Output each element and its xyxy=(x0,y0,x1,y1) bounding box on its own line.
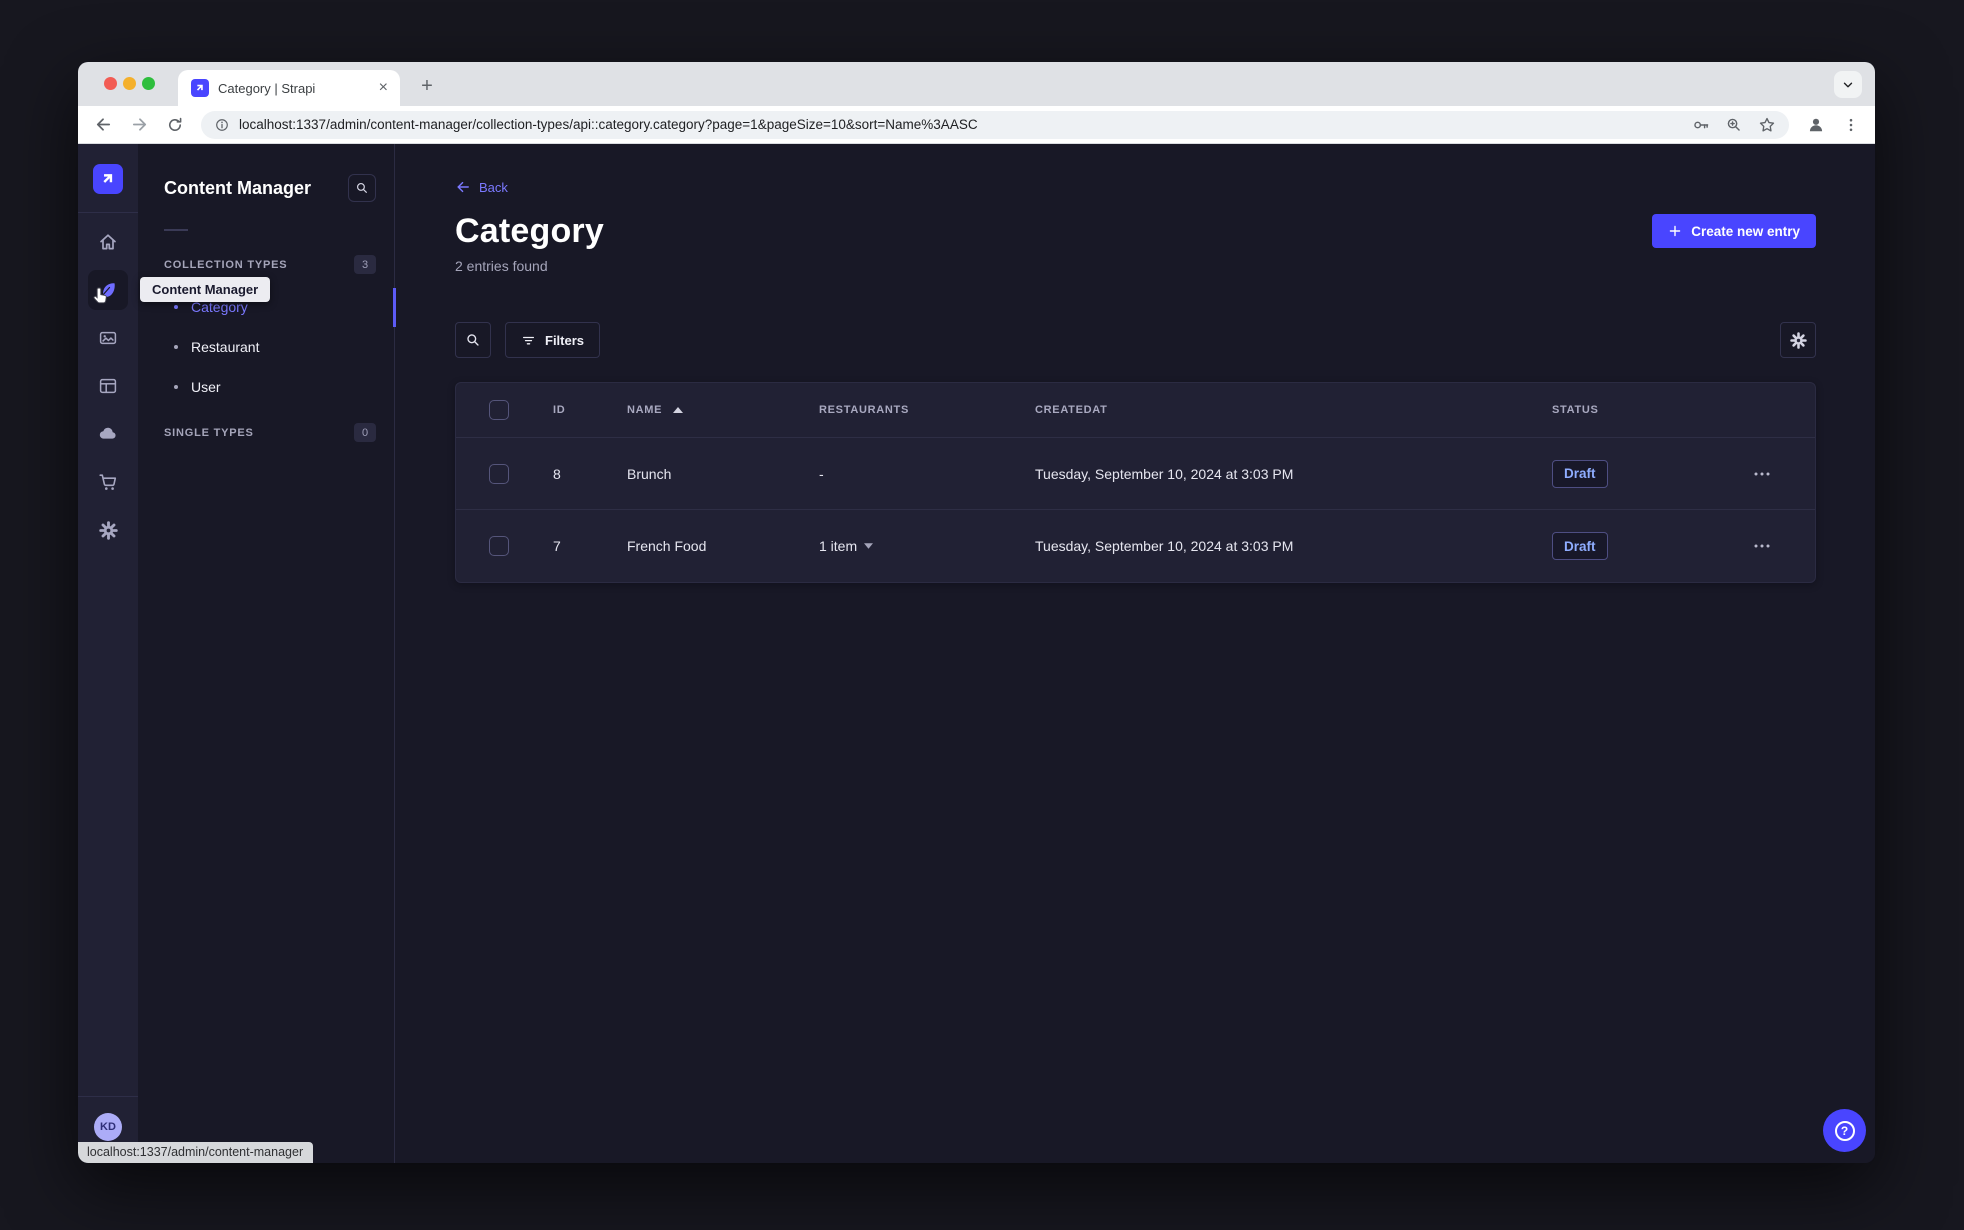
sidebar-item-restaurant[interactable]: Restaurant xyxy=(174,331,259,363)
status-badge: Draft xyxy=(1552,459,1608,488)
bookmark-star-icon[interactable] xyxy=(1758,116,1776,134)
window-close-button[interactable] xyxy=(104,77,117,90)
main-content: Back Category Create new entry 2 entries… xyxy=(395,144,1875,1163)
cell-createdat: Tuesday, September 10, 2024 at 3:03 PM xyxy=(1035,465,1294,482)
create-new-entry-button[interactable]: Create new entry xyxy=(1652,214,1816,248)
cell-name: French Food xyxy=(627,538,707,554)
new-tab-button[interactable]: + xyxy=(412,71,442,101)
browser-tab-bar: Category | Strapi × + xyxy=(78,62,1875,106)
tab-title: Category | Strapi xyxy=(218,80,316,96)
bullet-dot xyxy=(174,385,178,389)
reload-icon[interactable] xyxy=(166,116,184,134)
sort-ascending-icon xyxy=(673,407,684,413)
media-library-icon[interactable] xyxy=(88,318,128,358)
table-header-row: ID NAME RESTAURANTS CREATEDAT STATUS xyxy=(456,383,1815,438)
header-status[interactable]: STATUS xyxy=(1552,404,1746,416)
settings-gear-icon[interactable] xyxy=(88,510,128,550)
header-restaurants[interactable]: RESTAURANTS xyxy=(819,404,1035,416)
back-arrow-icon[interactable] xyxy=(94,115,113,134)
sidebar-item-user[interactable]: User xyxy=(174,371,221,403)
tab-close-icon[interactable]: × xyxy=(377,80,390,96)
view-settings-gear-icon[interactable] xyxy=(1780,322,1816,358)
browser-tab[interactable]: Category | Strapi × xyxy=(178,70,400,106)
filters-button[interactable]: Filters xyxy=(505,322,601,358)
user-avatar[interactable]: KD xyxy=(94,1113,122,1141)
strapi-admin: KD Content Manager COLLECTION TYPES 3 Ca… xyxy=(78,144,1875,1163)
header-name[interactable]: NAME xyxy=(627,404,819,416)
entries-table: ID NAME RESTAURANTS CREATEDAT STATUS 8 B… xyxy=(455,382,1816,583)
cell-id: 7 xyxy=(553,538,561,554)
forward-arrow-icon[interactable] xyxy=(130,115,149,134)
table-search-icon[interactable] xyxy=(455,322,491,358)
header-id[interactable]: ID xyxy=(553,404,627,416)
status-badge: Draft xyxy=(1552,532,1608,560)
hand-cursor xyxy=(90,286,111,307)
browser-toolbar: localhost:1337/admin/content-manager/col… xyxy=(78,106,1875,144)
row-checkbox[interactable] xyxy=(489,536,509,556)
row-actions-menu-icon[interactable] xyxy=(1746,464,1815,484)
cell-createdat: Tuesday, September 10, 2024 at 3:03 PM xyxy=(1035,538,1294,554)
password-key-icon[interactable] xyxy=(1692,116,1710,134)
window-minimize-button[interactable] xyxy=(123,77,136,90)
table-row[interactable]: 8 Brunch - Tuesday, September 10, 2024 a… xyxy=(456,438,1815,510)
browser-window: Category | Strapi × + localhost:1337/adm… xyxy=(78,62,1875,1163)
subnav-search-icon[interactable] xyxy=(348,174,376,202)
page-title: Category xyxy=(455,212,604,250)
browser-menu-kebab-icon[interactable] xyxy=(1843,117,1859,133)
zoom-in-icon[interactable] xyxy=(1725,116,1743,134)
plus-icon xyxy=(1669,225,1681,237)
row-actions-menu-icon[interactable] xyxy=(1746,536,1815,556)
tab-search-chevron-icon[interactable] xyxy=(1834,71,1862,98)
rail-divider xyxy=(78,1096,138,1097)
home-icon[interactable] xyxy=(88,222,128,262)
link-preview-statusbar: localhost:1337/admin/content-manager xyxy=(78,1142,314,1163)
profile-avatar-icon[interactable] xyxy=(1806,115,1826,135)
entries-count: 2 entries found xyxy=(455,258,548,274)
strapi-logo[interactable] xyxy=(93,164,123,194)
chevron-down-icon xyxy=(864,543,874,549)
help-button[interactable]: ? xyxy=(1823,1109,1866,1152)
select-all-checkbox[interactable] xyxy=(489,400,509,420)
cloud-icon[interactable] xyxy=(88,414,128,454)
single-types-count-badge: 0 xyxy=(354,423,376,442)
cell-id: 8 xyxy=(553,465,561,482)
filter-icon xyxy=(522,336,535,344)
window-zoom-button[interactable] xyxy=(142,77,155,90)
collection-types-label: COLLECTION TYPES xyxy=(164,258,288,271)
bullet-dot xyxy=(174,345,178,349)
back-arrow-icon xyxy=(457,181,469,193)
desktop: Category | Strapi × + localhost:1337/adm… xyxy=(0,0,1964,1230)
marketplace-cart-icon[interactable] xyxy=(88,462,128,502)
rail-divider xyxy=(78,212,138,213)
cell-restaurants: - xyxy=(819,465,824,482)
content-type-builder-icon[interactable] xyxy=(88,366,128,406)
subnav-divider xyxy=(164,229,188,231)
bullet-dot xyxy=(174,305,178,309)
row-checkbox[interactable] xyxy=(489,463,509,484)
url-text: localhost:1337/admin/content-manager/col… xyxy=(239,117,978,132)
cell-restaurants[interactable]: 1 item xyxy=(819,538,1035,554)
cell-name: Brunch xyxy=(627,465,672,482)
table-row[interactable]: 7 French Food 1 item Tuesday, September … xyxy=(456,510,1815,582)
subnav-title: Content Manager xyxy=(164,177,312,198)
strapi-favicon-icon xyxy=(191,79,209,97)
address-bar[interactable]: localhost:1337/admin/content-manager/col… xyxy=(201,110,1789,139)
question-mark-icon: ? xyxy=(1834,1120,1855,1141)
header-createdat[interactable]: CREATEDAT xyxy=(1035,404,1552,416)
page-info-icon[interactable] xyxy=(214,117,230,133)
content-manager-tooltip: Content Manager xyxy=(140,277,271,302)
single-types-label: SINGLE TYPES xyxy=(164,426,254,439)
back-link[interactable]: Back xyxy=(455,178,508,196)
collection-types-count-badge: 3 xyxy=(354,255,376,274)
